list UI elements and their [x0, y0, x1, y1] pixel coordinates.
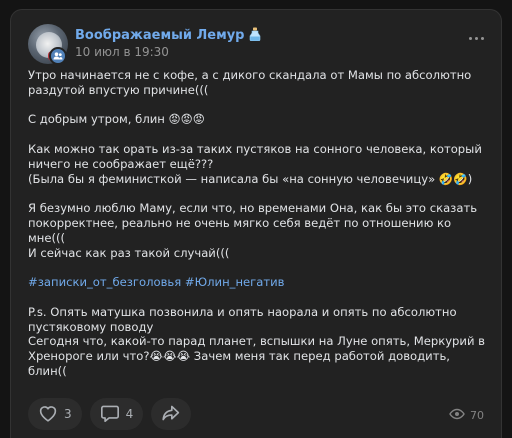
more-options-icon[interactable]: [469, 37, 484, 40]
views-count: 70: [470, 409, 484, 422]
eye-icon: [449, 408, 465, 423]
comment-button[interactable]: 4: [89, 398, 144, 430]
heart-icon: [38, 404, 58, 425]
like-button[interactable]: 3: [28, 398, 82, 430]
paragraph-1: Утро начинается не с кофе, а с дикого ск…: [28, 68, 475, 97]
share-arrow-icon: [161, 404, 181, 425]
views-counter: 70: [449, 408, 484, 423]
paragraph-5: P.s. Опять матушка позвонила и опять нао…: [28, 304, 486, 378]
post-date[interactable]: 10 июл в 19:30: [75, 45, 169, 59]
like-count: 3: [64, 407, 72, 421]
comment-count: 4: [125, 407, 134, 421]
share-button[interactable]: [151, 398, 192, 430]
author-name[interactable]: Воображаемый Лемур: [75, 27, 261, 43]
post-card: Воображаемый Лемур 10 июл в 19:30 Утро н…: [10, 9, 502, 438]
potion-bottle-icon: [249, 27, 261, 42]
group-badge-icon: [49, 47, 67, 65]
paragraph-4: Я безумно люблю Маму, если что, но време…: [28, 201, 478, 260]
paragraph-2: С добрым утром, блин 😡😡😡: [28, 112, 205, 127]
post-actions: 3 4: [28, 398, 192, 430]
post-text: Утро начинается не с кофе, а с дикого ск…: [28, 68, 490, 379]
comment-icon: [100, 404, 120, 425]
hashtags[interactable]: #записки_от_безголовья #Юлин_негатив: [28, 275, 285, 289]
paragraph-3: Как можно так орать из-за таких пустяков…: [28, 141, 482, 186]
